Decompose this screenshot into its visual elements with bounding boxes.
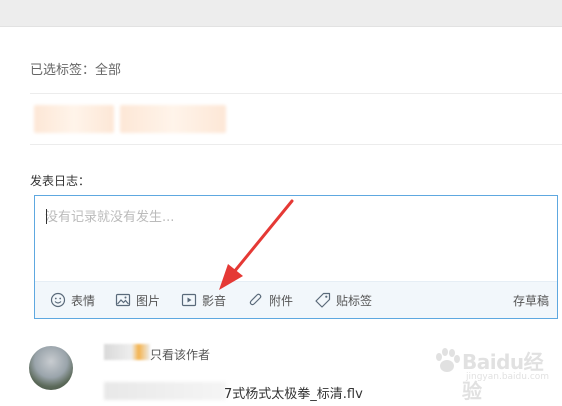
author-name[interactable]: [104, 344, 150, 360]
attached-file-name[interactable]: 7式杨式太极拳_标清.flv: [224, 383, 363, 402]
file-prefix: [104, 382, 226, 400]
watermark: Baidu经验 jingyan.baidu.com: [432, 344, 558, 404]
watermark-url: jingyan.baidu.com: [466, 372, 550, 382]
avatar[interactable]: [29, 346, 73, 390]
paw-icon: [436, 348, 460, 372]
only-author-link[interactable]: 只看该作者: [150, 346, 210, 363]
